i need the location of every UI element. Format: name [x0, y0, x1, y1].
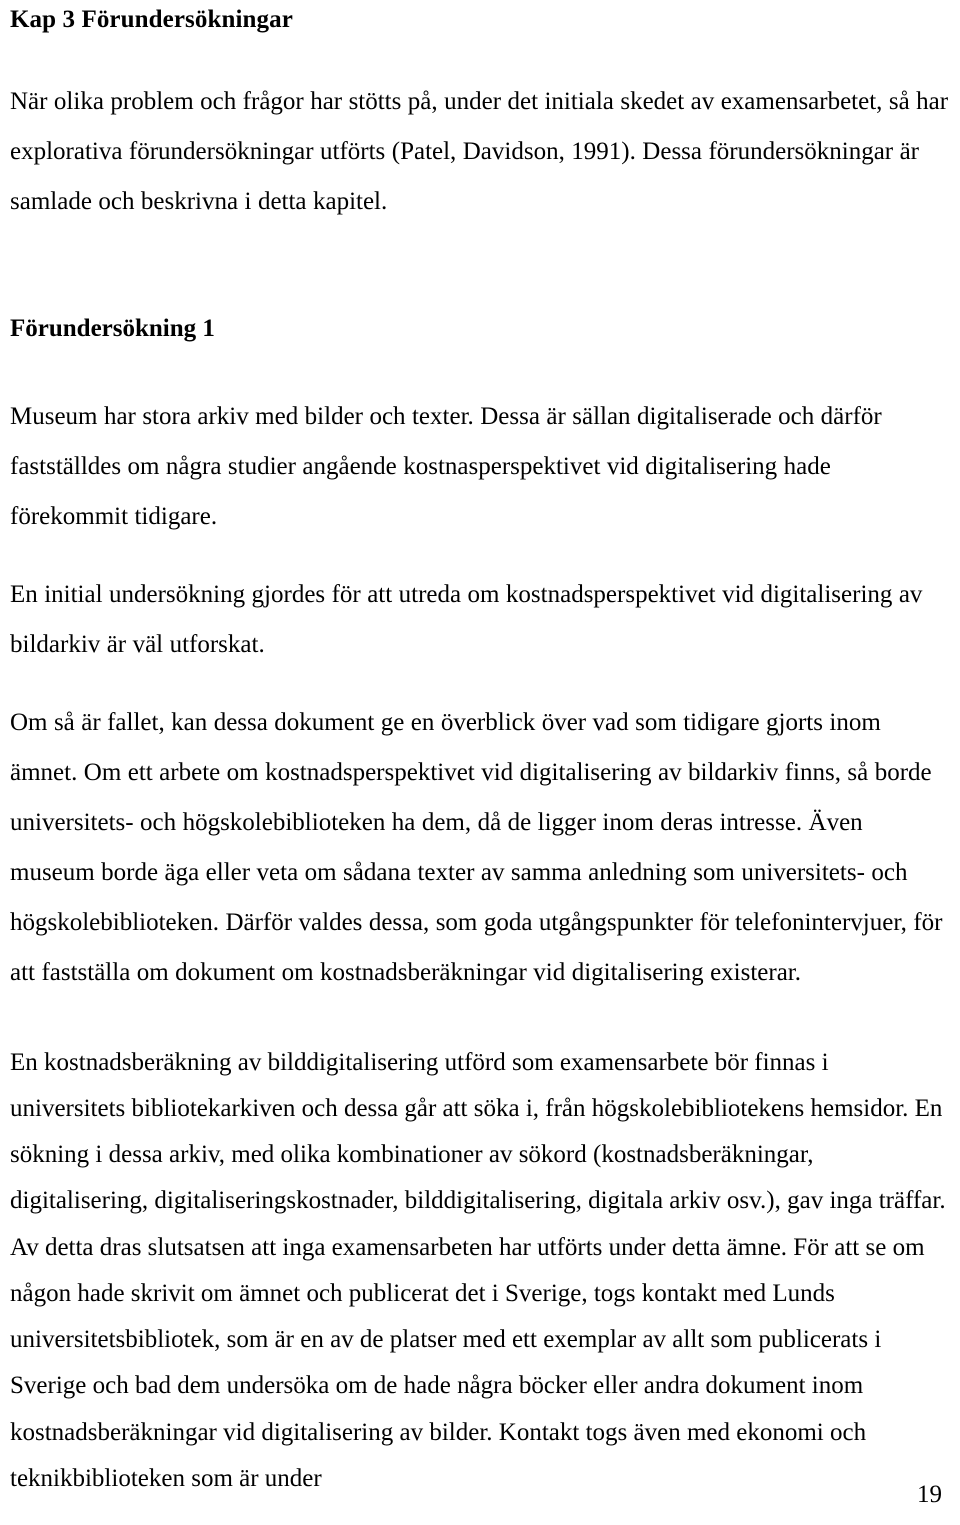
document-page: Kap 3 Förundersökningar När olika proble…: [0, 6, 960, 1525]
spacer-after-chapter-heading: [10, 35, 950, 77]
paragraph-om-sa-ar-fallet: Om så är fallet, kan dessa dokument ge e…: [10, 708, 943, 986]
spacer-p1-p2: [10, 542, 950, 570]
paragraph-kostnadsberakning: En kostnadsberäkning av bilddigitaliseri…: [10, 1048, 946, 1492]
chapter-heading: Kap 3 Förundersökningar: [10, 6, 293, 33]
section-heading: Förundersökning 1: [10, 314, 215, 342]
intro-paragraph: När olika problem och frågor har stötts …: [10, 87, 949, 215]
page-number: 19: [917, 1481, 942, 1508]
spacer-p3-p4: [10, 998, 950, 1040]
paragraph-museum-arkiv: Museum har stora arkiv med bilder och te…: [10, 402, 882, 530]
paragraph-initial-undersokning: En initial undersökning gjordes för att …: [10, 580, 923, 658]
spacer-p2-p3: [10, 670, 950, 698]
spacer-after-section-heading: [10, 344, 950, 386]
spacer-before-section-heading-2: [10, 287, 950, 315]
spacer-before-section-heading: [10, 227, 950, 287]
